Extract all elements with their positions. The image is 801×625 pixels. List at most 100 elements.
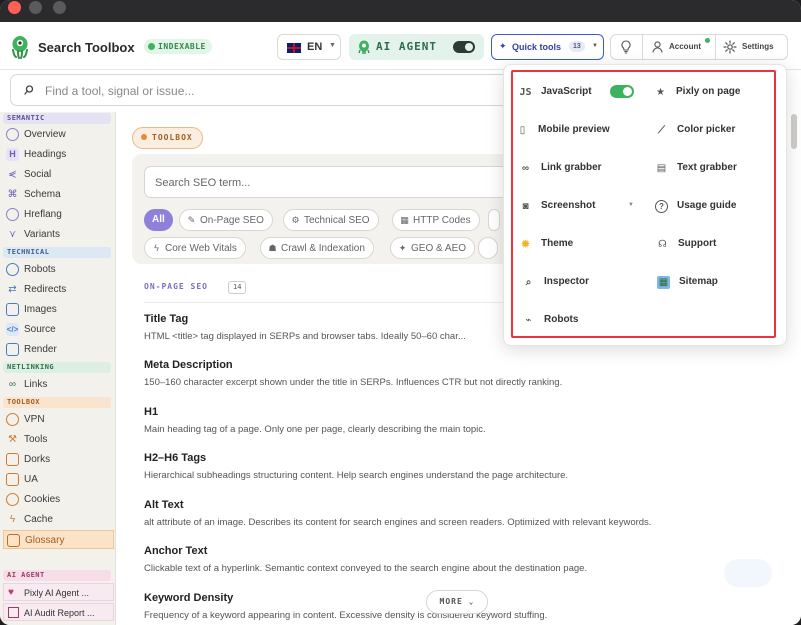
sidebar-item-cookies[interactable]: Cookies xyxy=(3,490,114,509)
filter-chip-core-web-vitals[interactable]: ϟ Core Web Vitals xyxy=(144,237,246,259)
sidebar-item-ai-audit-report[interactable]: AI Audit Report ... xyxy=(3,603,114,621)
quick-tools-count: 13 xyxy=(569,41,585,52)
chevron-down-icon[interactable]: ▼ xyxy=(628,202,634,208)
image-icon xyxy=(6,303,19,316)
javascript-toggle[interactable] xyxy=(610,85,634,98)
main-scrollbar[interactable] xyxy=(791,114,797,149)
chip-label: Technical SEO xyxy=(304,215,370,226)
code-icon: </> xyxy=(6,323,19,336)
sidebar-item-redirects[interactable]: ⇄ Redirects xyxy=(3,280,114,299)
section-heading: ON-PAGE SEO xyxy=(144,282,208,291)
term-description: alt attribute of an image. Describes its… xyxy=(144,517,652,528)
sidebar-item-label: Glossary xyxy=(25,535,65,546)
mobile-icon: ▯ xyxy=(519,125,526,136)
help-icon: ? xyxy=(655,200,668,213)
wrench-icon: ⚒ xyxy=(8,434,17,445)
close-window-button[interactable] xyxy=(8,1,21,14)
global-search-input[interactable] xyxy=(45,81,495,101)
glossary-term: H2–H6 Tags Hierarchical subheadings struc… xyxy=(144,452,774,481)
schema-icon: ⌘ xyxy=(7,189,18,200)
sidebar-item-label: UA xyxy=(24,474,38,485)
global-search-box[interactable] xyxy=(10,74,510,106)
globe-icon xyxy=(6,208,19,221)
minimize-window-button[interactable] xyxy=(29,1,42,14)
quick-tool-label: Sitemap xyxy=(679,276,718,287)
sidebar-section-toolbox: TOOLBOX xyxy=(3,397,111,408)
pencil-icon: ✎ xyxy=(187,215,196,225)
robot-icon: ☗ xyxy=(268,243,277,253)
sidebar-item-source[interactable]: </> Source xyxy=(3,320,114,339)
sidebar-item-render[interactable]: Render xyxy=(3,340,114,359)
filter-chip-on-page-seo[interactable]: ✎ On-Page SEO xyxy=(179,209,273,231)
sidebar-item-label: VPN xyxy=(24,414,45,425)
sidebar-item-pixly-ai-agent[interactable]: ♥ Pixly AI Agent ... xyxy=(3,583,114,601)
search-icon: ⌕ xyxy=(525,277,532,288)
chat-fab-button[interactable] xyxy=(724,559,772,587)
sidebar-item-overview[interactable]: Overview xyxy=(3,125,114,144)
quick-tools-label: Quick tools xyxy=(512,42,562,52)
gear-icon: ⚙ xyxy=(291,215,300,225)
sidebar-item-robots[interactable]: Robots xyxy=(3,260,114,279)
filter-chip-http-codes[interactable]: ▦ HTTP Codes xyxy=(392,209,480,231)
ai-agent-switch[interactable] xyxy=(453,41,475,53)
support-icon: ☊ xyxy=(658,239,667,250)
online-dot-icon xyxy=(705,38,710,43)
more-button[interactable]: MORE ⌄ xyxy=(426,590,488,614)
browser-icon xyxy=(6,473,19,486)
user-icon xyxy=(652,41,663,53)
link-icon: ∞ xyxy=(521,163,530,174)
monitor-icon xyxy=(6,343,19,356)
quick-tool-label: Link grabber xyxy=(541,162,602,173)
filter-chip-overflow[interactable] xyxy=(478,237,498,259)
indexable-badge-label: INDEXABLE xyxy=(158,42,206,51)
sidebar-item-headings[interactable]: H Headings xyxy=(3,145,114,164)
app-window: Search Toolbox INDEXABLE EN ▼ AI AGENT ✦… xyxy=(0,0,801,625)
sidebar-item-label: Images xyxy=(24,304,57,315)
sidebar-item-vpn[interactable]: VPN xyxy=(3,410,114,429)
sidebar-item-cache[interactable]: ϟ Cache xyxy=(3,510,114,529)
lightbulb-icon[interactable] xyxy=(620,40,632,54)
sidebar-item-links[interactable]: ∞ Links xyxy=(3,375,114,394)
sidebar-item-hreflang[interactable]: Hreflang xyxy=(3,205,114,224)
filter-chip-technical-seo[interactable]: ⚙ Technical SEO xyxy=(283,209,379,231)
uk-flag-icon xyxy=(287,43,301,53)
sidebar-item-label: Cache xyxy=(24,514,53,525)
ai-agent-toggle-group[interactable]: AI AGENT xyxy=(349,34,484,60)
sidebar-section-technical: TECHNICAL xyxy=(3,247,111,258)
zoom-window-button[interactable] xyxy=(53,1,66,14)
filter-chip-geo-aeo[interactable]: ✦ GEO & AEO xyxy=(390,237,476,259)
header: Search Toolbox INDEXABLE EN ▼ AI AGENT ✦… xyxy=(0,22,801,70)
sidebar-item-dorks[interactable]: Dorks xyxy=(3,450,114,469)
robot-icon: ⌁ xyxy=(525,315,532,326)
sidebar-item-tools[interactable]: ⚒ Tools xyxy=(3,430,114,449)
filter-chip-more[interactable] xyxy=(488,209,500,231)
quick-tool-label: Support xyxy=(678,238,717,249)
toolbox-pill-label: TOOLBOX xyxy=(152,133,193,142)
sidebar-item-label: Cookies xyxy=(24,494,61,505)
chip-label: Core Web Vitals xyxy=(165,243,237,254)
text-icon: ▤ xyxy=(656,163,667,174)
sidebar-item-images[interactable]: Images xyxy=(3,300,114,319)
sidebar: SEMANTIC Overview H Headings ⋞ Social ⌘ Sch… xyxy=(0,112,116,625)
glossary-search-input[interactable] xyxy=(155,173,495,193)
chevron-down-icon: ⌄ xyxy=(468,597,475,606)
quick-tool-label: Robots xyxy=(544,314,579,325)
language-selector[interactable]: EN ▼ xyxy=(277,34,341,60)
status-dot-icon xyxy=(148,43,155,50)
filter-chip-crawl-indexation[interactable]: ☗ Crawl & Indexation xyxy=(260,237,374,259)
sidebar-item-glossary[interactable]: Glossary xyxy=(3,530,114,549)
book-icon xyxy=(7,534,20,547)
quick-tools-button[interactable]: ✦ Quick tools 13 ▼ xyxy=(491,34,604,60)
sidebar-item-ua[interactable]: UA xyxy=(3,470,114,489)
sidebar-item-schema[interactable]: ⌘ Schema xyxy=(3,185,114,204)
dot-icon xyxy=(141,134,147,140)
sidebar-item-label: Links xyxy=(24,379,48,390)
js-icon: JS xyxy=(519,87,532,98)
filter-chip-all[interactable]: All xyxy=(144,209,173,231)
quick-tool-label: Pixly on page xyxy=(676,86,741,97)
settings-label: Settings xyxy=(742,42,774,51)
sidebar-item-label: Dorks xyxy=(24,454,51,465)
sidebar-item-variants[interactable]: ⋎ Variants xyxy=(3,225,114,244)
sidebar-item-social[interactable]: ⋞ Social xyxy=(3,165,114,184)
map-icon: ▦ xyxy=(657,276,670,289)
